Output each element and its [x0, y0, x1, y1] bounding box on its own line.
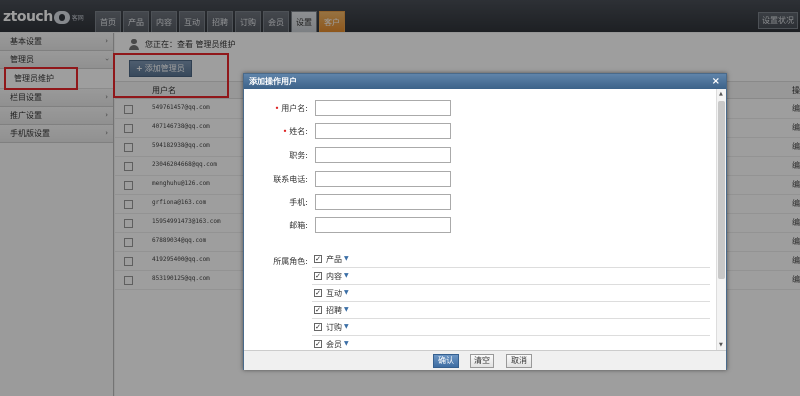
role-item: ✓ 招聘 ▼: [312, 302, 710, 319]
field-label: • 用户名:: [275, 103, 308, 114]
checkbox-checked-icon[interactable]: ✓: [314, 289, 322, 297]
text-input[interactable]: [315, 171, 451, 187]
chevron-down-icon[interactable]: ▼: [344, 255, 349, 262]
text-input[interactable]: [315, 123, 451, 139]
field-label-text: 职务:: [289, 151, 308, 160]
field-label: 职务:: [289, 150, 308, 161]
scroll-down-icon[interactable]: ▼: [719, 342, 723, 348]
checkbox-checked-icon[interactable]: ✓: [314, 272, 322, 280]
chevron-down-icon[interactable]: ▼: [344, 323, 349, 330]
role-item: ✓ 产品 ▼: [312, 251, 710, 268]
role-item: ✓ 内容 ▼: [312, 268, 710, 285]
role-label: 订购: [326, 323, 342, 332]
text-input[interactable]: [315, 100, 451, 116]
role-label: 内容: [326, 272, 342, 281]
form-field-4: 手机:: [244, 194, 716, 210]
text-input[interactable]: [315, 147, 451, 163]
confirm-button[interactable]: 确认: [433, 354, 459, 368]
text-input[interactable]: [315, 194, 451, 210]
form-field-1: • 姓名:: [244, 123, 716, 139]
field-label: 邮箱:: [289, 220, 308, 231]
role-item: ✓ 互动 ▼: [312, 285, 710, 302]
role-label: 互动: [326, 289, 342, 298]
roles-label: 所属角色:: [273, 257, 308, 266]
chevron-down-icon[interactable]: ▼: [344, 306, 349, 313]
close-icon[interactable]: ×: [712, 74, 720, 89]
chevron-down-icon[interactable]: ▼: [344, 340, 349, 347]
field-label: • 姓名:: [283, 126, 308, 137]
cancel-button[interactable]: 取消: [506, 354, 532, 368]
field-label-text: 邮箱:: [289, 221, 308, 230]
required-marker-icon: •: [282, 127, 288, 136]
dialog-scrollbar[interactable]: ▲ ▼: [716, 89, 726, 350]
dialog-footer: 确认 清空 取消: [244, 350, 726, 370]
required-marker-icon: •: [274, 104, 280, 113]
field-label-text: 姓名:: [289, 127, 308, 136]
dialog-title: 添加操作用户: [249, 77, 297, 86]
scroll-up-icon[interactable]: ▲: [719, 91, 723, 97]
checkbox-checked-icon[interactable]: ✓: [314, 340, 322, 348]
scrollbar-thumb[interactable]: [718, 101, 725, 279]
field-label-text: 用户名:: [281, 104, 308, 113]
checkbox-checked-icon[interactable]: ✓: [314, 323, 322, 331]
role-label: 产品: [326, 255, 342, 264]
form-field-2: 职务:: [244, 147, 716, 163]
form-field-0: • 用户名:: [244, 100, 716, 116]
clear-button[interactable]: 清空: [470, 354, 494, 368]
text-input[interactable]: [315, 217, 451, 233]
form-field-3: 联系电话:: [244, 171, 716, 187]
form-field-5: 邮箱:: [244, 217, 716, 233]
role-label: 会员: [326, 340, 342, 349]
role-item: ✓ 会员 ▼: [312, 336, 710, 350]
field-label: 手机:: [289, 197, 308, 208]
checkbox-checked-icon[interactable]: ✓: [314, 306, 322, 314]
add-user-dialog: 添加操作用户 × 所属角色: • 用户名: • 姓名: 职务: 联系电话: 手机: 邮箱: ✓ 产…: [243, 73, 727, 370]
role-label: 招聘: [326, 306, 342, 315]
field-label-text: 手机:: [289, 198, 308, 207]
role-item: ✓ 订购 ▼: [312, 319, 710, 336]
field-label: 联系电话:: [273, 174, 308, 185]
field-label-text: 联系电话:: [273, 175, 308, 184]
dialog-title-bar: 添加操作用户 ×: [244, 74, 726, 89]
dialog-body: 所属角色: • 用户名: • 姓名: 职务: 联系电话: 手机: 邮箱: ✓ 产品 ▼ ✓ 内容 ▼ ✓ 互动…: [244, 89, 716, 350]
chevron-down-icon[interactable]: ▼: [344, 289, 349, 296]
chevron-down-icon[interactable]: ▼: [344, 272, 349, 279]
checkbox-checked-icon[interactable]: ✓: [314, 255, 322, 263]
